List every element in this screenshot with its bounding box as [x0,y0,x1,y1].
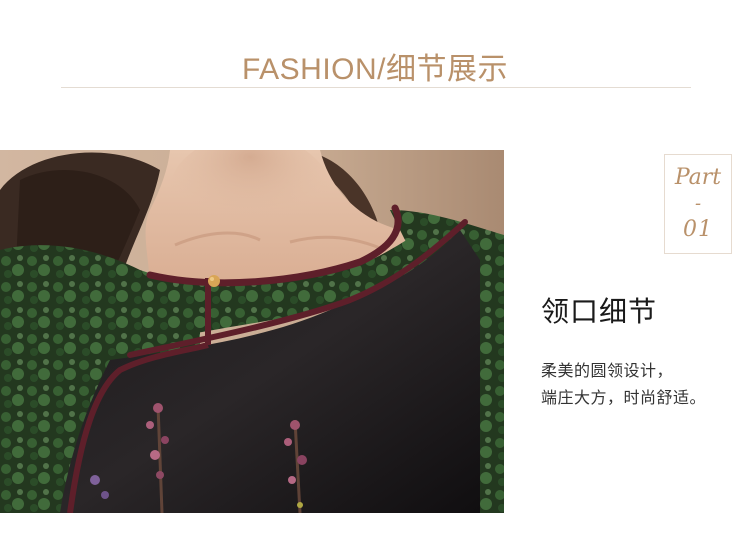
section-header-title: FASHION/细节展示 [241,53,509,86]
part-label: Part [674,165,722,190]
detail-description-line: 柔美的圆领设计， [541,361,674,380]
neckline-detail-photo [0,150,504,513]
detail-title: 领口细节 [541,295,658,328]
detail-description-line: 端庄大方，时尚舒适。 [541,388,707,407]
header-divider [61,87,691,88]
part-dash: - [694,193,702,214]
part-number: 01 [683,217,713,242]
part-number-badge: Part - 01 [664,154,732,254]
